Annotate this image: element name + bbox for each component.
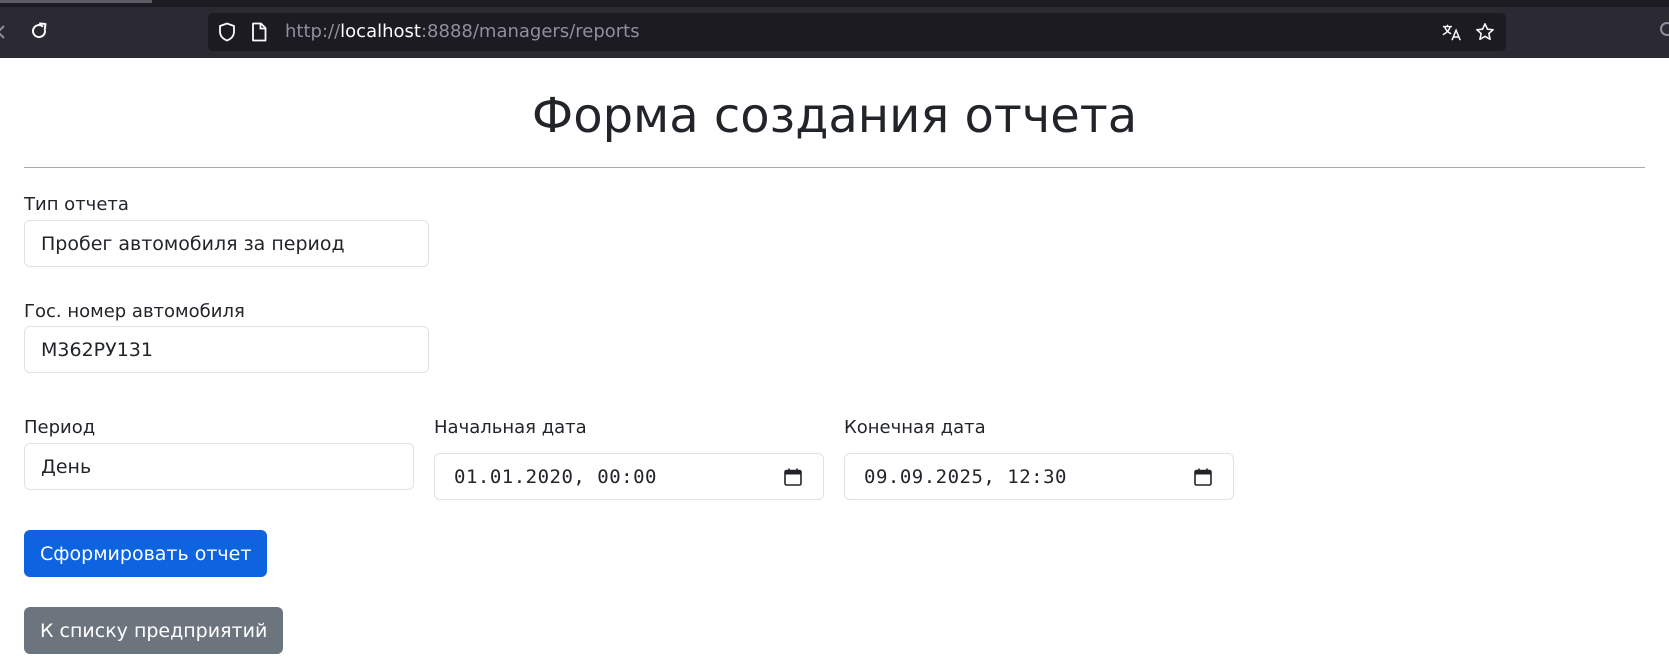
- url-path: :8888/managers/reports: [420, 21, 640, 42]
- car-number-select[interactable]: М362РУ131: [24, 326, 429, 373]
- calendar-icon[interactable]: [782, 466, 804, 488]
- end-date-input[interactable]: 09.09.2025, 12:30: [844, 453, 1234, 500]
- end-date-value: 09.09.2025, 12:30: [864, 465, 1067, 488]
- tab-strip: [0, 0, 1669, 7]
- calendar-icon[interactable]: [1192, 466, 1214, 488]
- start-date-label: Начальная дата: [434, 417, 587, 438]
- period-label: Период: [24, 417, 96, 438]
- end-date-label: Конечная дата: [844, 417, 986, 438]
- browser-toolbar: http://localhost:8888/managers/reports: [0, 0, 1669, 58]
- star-icon[interactable]: [1475, 22, 1495, 42]
- reload-button[interactable]: [22, 16, 56, 50]
- extension-icon[interactable]: [1660, 22, 1669, 36]
- page-icon[interactable]: [249, 22, 269, 42]
- report-type-select[interactable]: Пробег автомобиля за период: [24, 220, 429, 267]
- translate-icon[interactable]: [1442, 22, 1462, 42]
- title-divider: [24, 167, 1645, 168]
- start-date-value: 01.01.2020, 00:00: [454, 465, 657, 488]
- report-type-value: Пробег автомобиля за период: [41, 232, 345, 255]
- report-type-label: Тип отчета: [24, 194, 129, 215]
- active-tab-indicator[interactable]: [0, 0, 152, 3]
- address-bar[interactable]: http://localhost:8888/managers/reports: [208, 13, 1506, 51]
- url-prefix: http://: [285, 21, 341, 42]
- url-host: localhost: [340, 21, 421, 42]
- period-value: День: [41, 455, 92, 478]
- period-select[interactable]: День: [24, 443, 414, 490]
- car-number-label: Гос. номер автомобиля: [24, 301, 245, 322]
- generate-report-button[interactable]: Сформировать отчет: [24, 530, 268, 577]
- reload-icon: [29, 21, 49, 45]
- start-date-input[interactable]: 01.01.2020, 00:00: [434, 453, 824, 500]
- shield-icon[interactable]: [217, 22, 237, 42]
- back-arrow-icon[interactable]: [0, 24, 6, 39]
- page-title: Форма создания отчета: [531, 88, 1138, 144]
- back-to-enterprises-button[interactable]: К списку предприятий: [24, 607, 284, 654]
- car-number-value: М362РУ131: [41, 338, 153, 361]
- url-text[interactable]: http://localhost:8888/managers/reports: [285, 21, 640, 43]
